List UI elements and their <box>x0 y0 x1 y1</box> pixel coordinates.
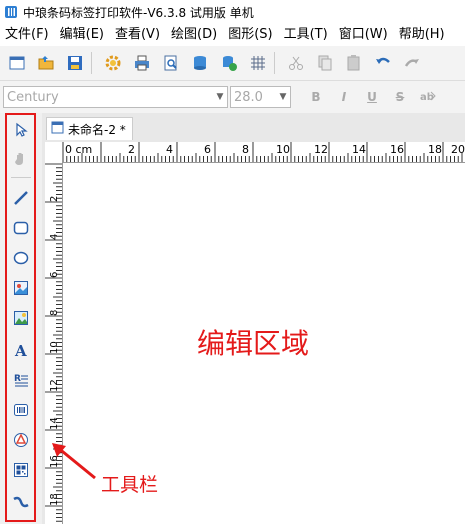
font-family-value: Century <box>7 89 59 105</box>
ellipse-icon[interactable] <box>11 248 31 268</box>
ruler-label: 16 <box>390 143 404 156</box>
ruler-label: 8 <box>49 310 60 316</box>
ruler-label: 8 <box>242 143 249 156</box>
document-tab-label: 未命名-2 * <box>68 122 126 137</box>
print-icon[interactable] <box>129 51 154 75</box>
italic-button[interactable]: I <box>333 90 355 104</box>
edit-area-annotation: 编辑区域 <box>197 327 310 360</box>
menu-view[interactable]: 查看(V) <box>110 24 166 46</box>
font-size-value: 28.0 <box>234 89 263 105</box>
toolbar-annotation: 工具栏 <box>101 474 159 496</box>
menu-draw[interactable]: 绘图(D) <box>166 24 223 46</box>
menu-window[interactable]: 窗口(W) <box>334 24 394 46</box>
ruler-label: 6 <box>204 143 211 156</box>
window-title: 中琅条码标签打印软件-V6.3.8 试用版 单机 <box>23 5 254 20</box>
ruler-label: 2 <box>128 143 135 156</box>
menu-file[interactable]: 文件(F) <box>0 24 55 46</box>
document-tab-icon <box>51 121 64 137</box>
menu-tools[interactable]: 工具(T) <box>279 24 334 46</box>
app-logo-icon <box>4 5 18 19</box>
redo-icon[interactable] <box>399 51 424 75</box>
select-arrow-icon[interactable] <box>11 120 31 140</box>
picture-icon[interactable] <box>11 308 31 328</box>
ruler-unit-label: 0 cm <box>65 143 93 156</box>
document-tab[interactable]: 未命名-2 * <box>46 117 133 140</box>
save-icon[interactable] <box>62 51 87 75</box>
ruler-label: 4 <box>166 143 173 156</box>
drawing-toolbar: A R <box>5 113 36 522</box>
ruler-label: 14 <box>352 143 366 156</box>
ruler-label: 18 <box>49 493 60 506</box>
print-preview-icon[interactable] <box>158 51 183 75</box>
qrcode-icon[interactable] <box>11 460 31 480</box>
paste-icon[interactable] <box>341 51 366 75</box>
toolbar-separator <box>11 177 31 178</box>
rich-text-icon[interactable]: R <box>11 370 31 390</box>
settings-icon[interactable] <box>100 51 125 75</box>
ruler-label: 12 <box>314 143 328 156</box>
font-size-select[interactable]: 28.0 ▼ <box>230 86 291 108</box>
open-icon[interactable] <box>33 51 58 75</box>
chevron-down-icon[interactable]: ▼ <box>276 87 290 107</box>
ruler-label: 2 <box>49 196 60 202</box>
line-icon[interactable] <box>11 188 31 208</box>
bold-button[interactable]: B <box>305 90 327 104</box>
callout-arrow-icon <box>52 443 96 480</box>
rounded-rectangle-icon[interactable] <box>11 218 31 238</box>
ruler-label: 12 <box>49 379 60 392</box>
curve-icon[interactable] <box>11 492 31 512</box>
ruler-label: 14 <box>49 417 60 430</box>
ruler-label: 6 <box>49 272 60 278</box>
database-settings-icon[interactable] <box>216 51 241 75</box>
title-bar: 中琅条码标签打印软件-V6.3.8 试用版 单机 <box>0 0 465 24</box>
chevron-down-icon[interactable]: ▼ <box>213 87 227 107</box>
ruler-label: 18 <box>428 143 442 156</box>
copy-icon[interactable] <box>312 51 337 75</box>
grid-icon[interactable] <box>245 51 270 75</box>
menu-shape[interactable]: 图形(S) <box>223 24 278 46</box>
shape-icon[interactable] <box>11 430 31 450</box>
image-icon[interactable] <box>11 278 31 298</box>
menu-help[interactable]: 帮助(H) <box>394 24 451 46</box>
database-icon[interactable] <box>187 51 212 75</box>
menu-edit[interactable]: 编辑(E) <box>55 24 110 46</box>
effects-icon[interactable]: ab <box>417 89 439 106</box>
text-icon[interactable]: A <box>11 340 31 360</box>
ruler-label: 10 <box>276 143 290 156</box>
menu-bar: 文件(F) 编辑(E) 查看(V) 绘图(D) 图形(S) 工具(T) 窗口(W… <box>0 24 465 46</box>
toolbar-separator <box>274 52 275 74</box>
svg-text:ab: ab <box>420 92 434 103</box>
ruler-label: 20 <box>451 143 465 156</box>
toolbar-separator <box>91 52 92 74</box>
cut-icon[interactable] <box>283 51 308 75</box>
barcode-icon[interactable] <box>11 400 31 420</box>
main-toolbar <box>0 46 465 81</box>
ruler-label: 10 <box>49 341 60 354</box>
horizontal-ruler[interactable]: 0 cm 2 4 6 8 10 12 14 16 18 20 <box>45 142 465 163</box>
new-icon[interactable] <box>4 51 29 75</box>
strikethrough-button[interactable]: S <box>389 90 411 104</box>
svg-text:A: A <box>14 342 27 358</box>
font-family-select[interactable]: Century ▼ <box>3 86 228 108</box>
ruler-label: 4 <box>49 234 60 240</box>
pan-icon[interactable] <box>11 148 31 168</box>
format-toolbar: Century ▼ 28.0 ▼ B I U S ab <box>0 81 465 113</box>
undo-icon[interactable] <box>370 51 395 75</box>
underline-button[interactable]: U <box>361 90 383 104</box>
